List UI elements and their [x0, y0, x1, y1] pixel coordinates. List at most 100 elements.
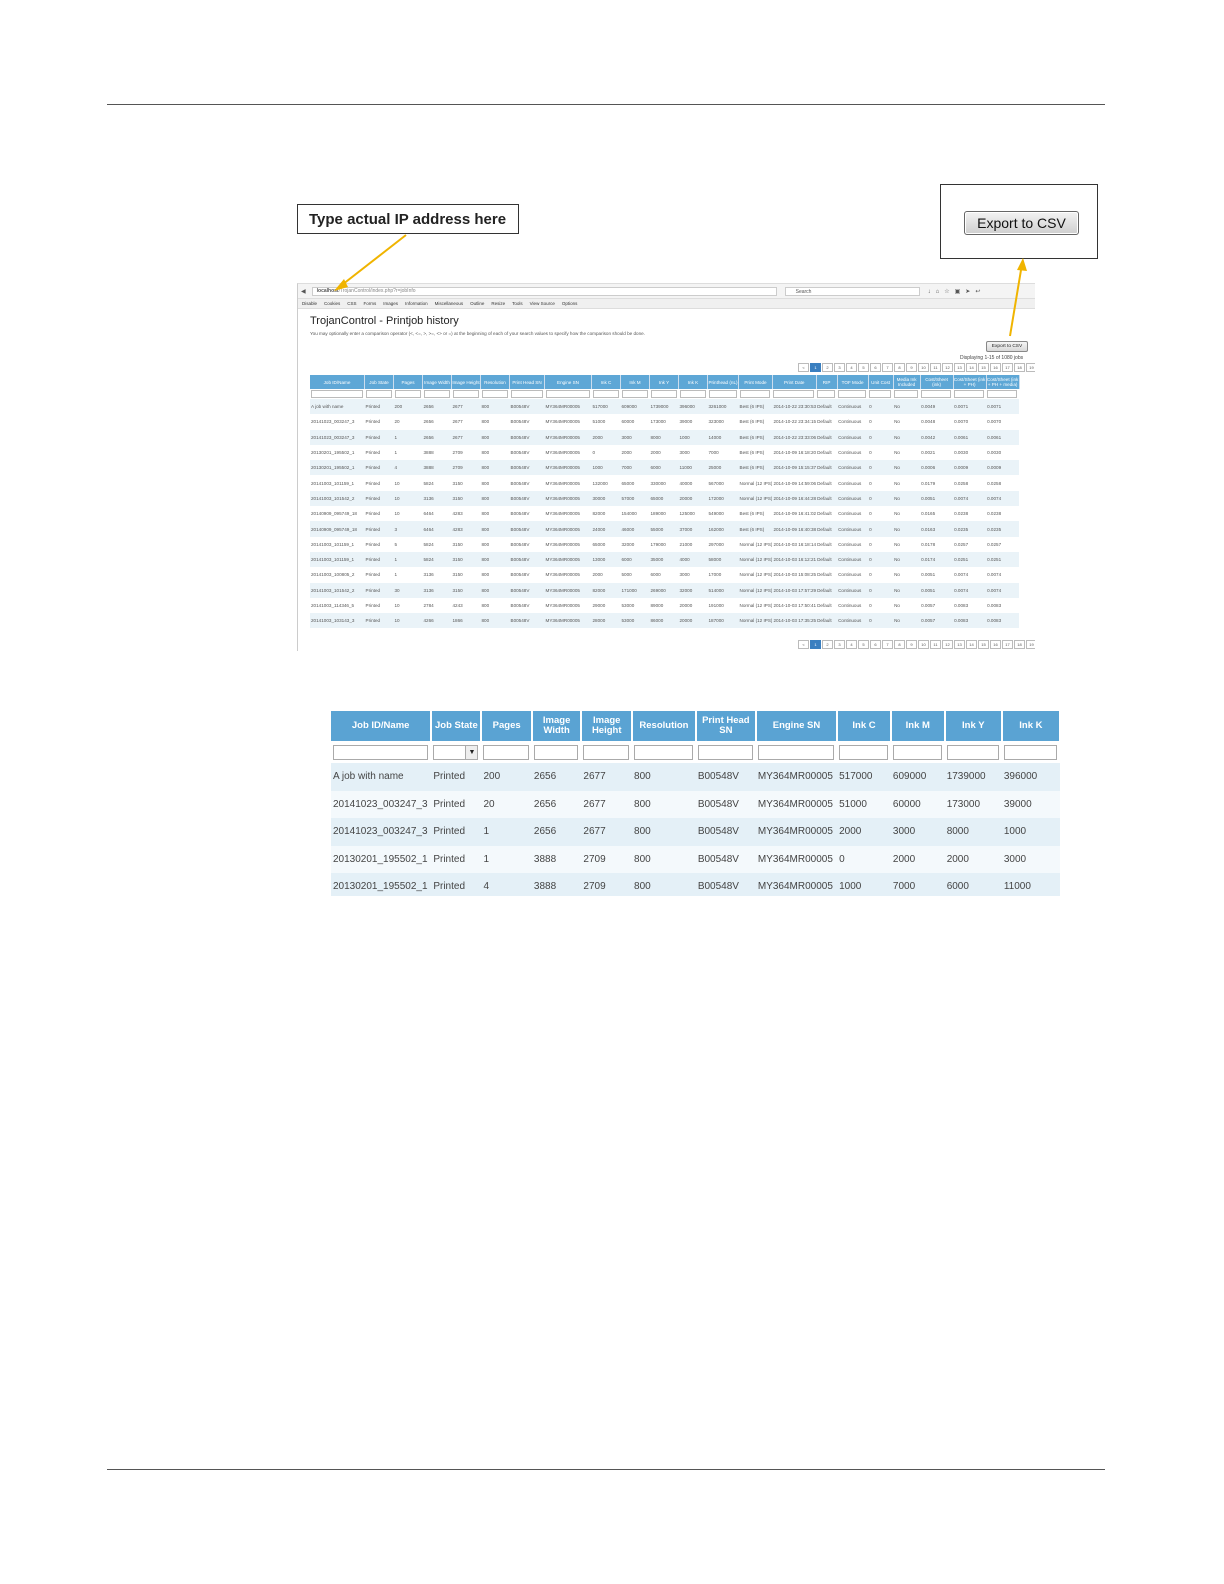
- page-link[interactable]: 4: [846, 640, 857, 649]
- toolbar-item-tools[interactable]: Tools: [512, 301, 523, 306]
- table-row[interactable]: 20140909_095749_18 Printed 3 6464 4283 800 B00…: [310, 521, 1020, 537]
- table-row[interactable]: 20141023_003247_3 Printed 1 2656 2677 800 B005…: [310, 429, 1020, 445]
- zoomed-header-image-height[interactable]: Image Height: [581, 711, 634, 741]
- export-csv-button[interactable]: Export to CSV: [986, 341, 1028, 352]
- table-row[interactable]: 20140909_095749_18 Printed 10 6464 4283 800 B0…: [310, 506, 1019, 521]
- table-row[interactable]: 20141003_114346_5 Printed 10 2784 4243 800 B00…: [310, 598, 1019, 613]
- url-input[interactable]: localhost /TrojanControl/index.php?r=job…: [311, 286, 777, 296]
- zoomed-table-row[interactable]: 20141023_003247_3 Printed 1 2656 2677 800 B005…: [331, 818, 1060, 846]
- page-link[interactable]: 12: [942, 363, 953, 372]
- filter-media-ink-included[interactable]: [894, 390, 919, 398]
- column-header-cost-sheet-ink-ph[interactable]: Cost/Sheet (ink + PH): [953, 375, 987, 389]
- filter-ink-k[interactable]: [1003, 744, 1057, 760]
- page-link[interactable]: 9: [906, 363, 917, 372]
- page-link[interactable]: 15: [978, 640, 989, 649]
- page-link[interactable]: 5: [858, 640, 869, 649]
- page-link[interactable]: 3: [834, 640, 845, 649]
- back-icon[interactable]: ◀: [301, 288, 306, 295]
- filter-image-height[interactable]: [583, 744, 630, 760]
- filter-job-id-name[interactable]: [333, 744, 429, 760]
- zoomed-header-image-width[interactable]: Image Width: [531, 711, 583, 741]
- zoomed-header-ink-y[interactable]: Ink Y: [944, 711, 1003, 741]
- column-header-ink-c[interactable]: Ink C: [591, 375, 621, 389]
- column-header-unit-cost[interactable]: Unit Cost: [868, 375, 894, 389]
- page-link[interactable]: 10: [918, 640, 929, 649]
- page-link[interactable]: 8: [894, 363, 905, 372]
- table-row[interactable]: 20141003_101159_1 Printed 1 5824 3150 800 B005…: [310, 551, 1020, 568]
- column-header-print-date[interactable]: Print Date: [772, 375, 817, 389]
- zoomed-header-ink-c[interactable]: Ink C: [837, 711, 892, 741]
- filter-pages[interactable]: [394, 390, 421, 398]
- toolbar-item-disable[interactable]: Disable: [302, 301, 317, 306]
- page-link[interactable]: 1: [810, 640, 821, 649]
- column-header-ink-k[interactable]: Ink K: [678, 375, 708, 389]
- filter-job-id-name[interactable]: [311, 390, 363, 398]
- page-link[interactable]: 11: [930, 640, 941, 649]
- page-link[interactable]: 18: [1014, 363, 1025, 372]
- table-row[interactable]: 20141023_003247_3 Printed 20 2656 2677 800 B00…: [310, 414, 1019, 429]
- zoomed-table-row[interactable]: A job with name Printed 200 2656 2677 800 B005…: [331, 763, 1060, 791]
- page-link[interactable]: 13: [954, 363, 965, 372]
- job-state-filter-select[interactable]: ▼: [433, 744, 479, 760]
- column-header-engine-sn[interactable]: Engine SN: [544, 375, 592, 389]
- filter-image-width[interactable]: [533, 744, 579, 760]
- column-header-cost-sheet-ink[interactable]: Cost/Sheet (ink): [920, 375, 954, 389]
- filter-rip[interactable]: [817, 390, 836, 398]
- page-link[interactable]: 3: [834, 363, 845, 372]
- filter-image-height[interactable]: [452, 390, 479, 398]
- filter-resolution[interactable]: [634, 744, 693, 760]
- table-row[interactable]: 20130201_195502_1 Printed 4 3888 2709 800 B005…: [310, 460, 1020, 476]
- filter-ink-y[interactable]: [650, 390, 677, 398]
- table-row[interactable]: 20141003_101159_1 Printed 10 5824 3150 800 B00…: [310, 475, 1019, 490]
- page-link[interactable]: 9: [906, 640, 917, 649]
- filter-ink-m[interactable]: [892, 744, 942, 760]
- toolbar-item-information[interactable]: Information: [405, 301, 428, 306]
- table-row[interactable]: A job with name Printed 200 2656 2677 800 B005…: [310, 399, 1020, 415]
- filter-engine-sn[interactable]: [545, 390, 590, 398]
- filter-job-state[interactable]: [365, 390, 392, 398]
- column-header-tof-mode[interactable]: TOF Mode: [837, 375, 869, 389]
- filter-ink-m[interactable]: [621, 390, 648, 398]
- column-header-ink-y[interactable]: Ink Y: [649, 375, 679, 389]
- page-link[interactable]: 14: [966, 640, 977, 649]
- page-link[interactable]: 14: [966, 363, 977, 372]
- page-link[interactable]: 1: [810, 363, 821, 372]
- zoomed-header-engine-sn[interactable]: Engine SN: [755, 711, 839, 741]
- toolbar-item-view-source[interactable]: View Source: [530, 301, 555, 306]
- browser-search-input[interactable]: Search: [784, 286, 920, 296]
- zoomed-table-row[interactable]: 20141023_003247_3 Printed 20 2656 2677 800 B00…: [331, 790, 1060, 818]
- toolbar-item-images[interactable]: Images: [383, 301, 398, 306]
- page-link[interactable]: 7: [882, 363, 893, 372]
- column-header-image-width[interactable]: Image Width: [422, 375, 452, 389]
- zoomed-table-row[interactable]: 20130201_195502_1 Printed 4 3888 2709 800 B005…: [331, 873, 1060, 896]
- page-link[interactable]: 19: [1026, 363, 1035, 372]
- page-link[interactable]: 19: [1026, 640, 1035, 649]
- page-link[interactable]: 8: [894, 640, 905, 649]
- filter-unit-cost[interactable]: [869, 390, 892, 398]
- zoomed-header-resolution[interactable]: Resolution: [632, 711, 697, 741]
- table-row[interactable]: 20141003_101542_2 Printed 30 3136 3150 800 B00…: [310, 582, 1020, 598]
- browser-toolbar-icons[interactable]: ↓⌂☆▣➤↩: [928, 288, 986, 295]
- page-link[interactable]: 13: [954, 640, 965, 649]
- page-link[interactable]: 18: [1014, 640, 1025, 649]
- page-link[interactable]: 17: [1002, 640, 1013, 649]
- filter-resolution[interactable]: [481, 390, 508, 398]
- filter-print-date[interactable]: [773, 390, 815, 398]
- column-header-media-ink-included[interactable]: Media Ink Included: [893, 375, 921, 389]
- toolbar-item-outline[interactable]: Outline: [470, 301, 484, 306]
- column-header-image-height[interactable]: Image Height: [451, 375, 481, 389]
- toolbar-item-miscellaneous[interactable]: Miscellaneous: [435, 301, 464, 306]
- column-header-printhead-nl[interactable]: Printhead (nL): [707, 375, 739, 389]
- page-link[interactable]: 7: [882, 640, 893, 649]
- page-link[interactable]: 10: [918, 363, 929, 372]
- table-row[interactable]: 20130201_195502_1 Printed 1 3888 2709 800 B005…: [310, 445, 1019, 460]
- column-header-job-state[interactable]: Job State: [364, 375, 394, 389]
- filter-ink-c[interactable]: [592, 390, 619, 398]
- toolbar-item-cookies[interactable]: Cookies: [324, 301, 340, 306]
- filter-engine-sn[interactable]: [757, 744, 835, 760]
- filter-image-width[interactable]: [423, 390, 450, 398]
- filter-cost-sheet-ink-ph-media[interactable]: [987, 390, 1018, 398]
- filter-tof-mode[interactable]: [838, 390, 867, 398]
- filter-ink-y[interactable]: [946, 744, 999, 760]
- zoomed-header-job-id-name[interactable]: Job ID/Name: [331, 711, 433, 741]
